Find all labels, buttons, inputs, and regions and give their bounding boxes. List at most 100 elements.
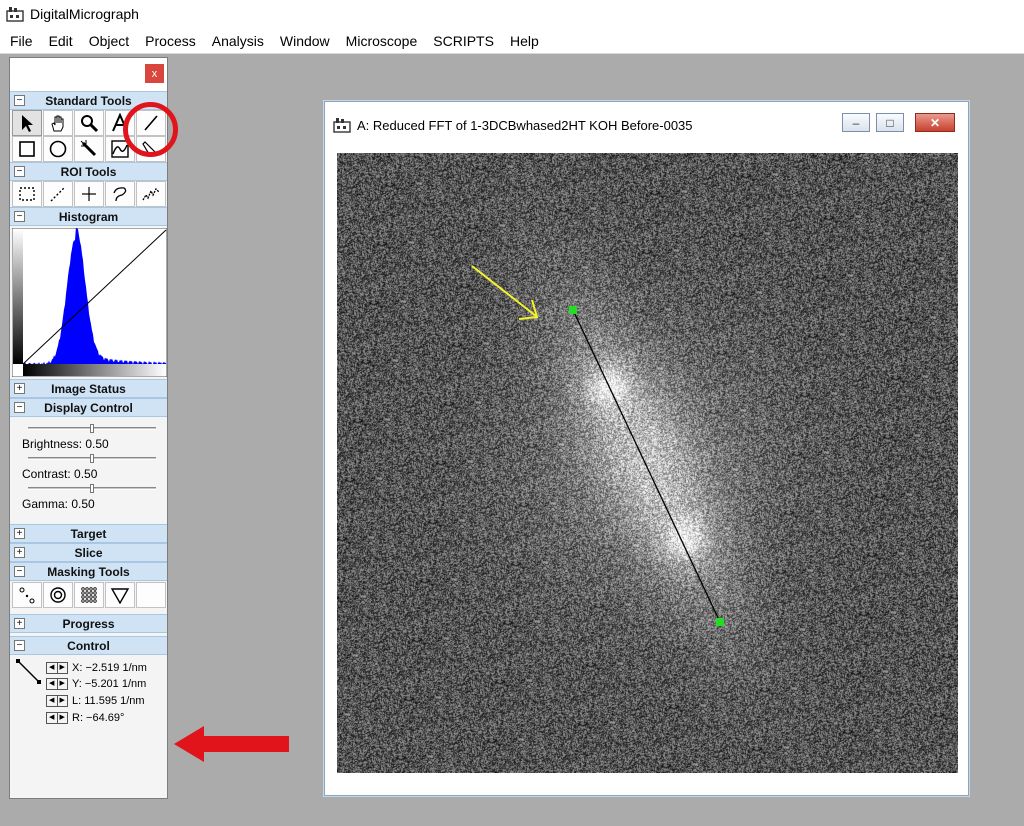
wedge-mask-tool[interactable] — [105, 582, 135, 608]
section-image-status[interactable]: + Image Status — [10, 379, 167, 398]
point-roi-tool[interactable] — [74, 181, 104, 207]
section-title: Slice — [74, 545, 103, 560]
control-x-value: X: −2.519 1/nm — [72, 662, 147, 674]
brightness-label: Brightness: 0.50 — [22, 437, 109, 451]
slider-knob[interactable] — [90, 454, 94, 463]
array-mask-icon — [81, 587, 97, 603]
hand-pan-tool[interactable] — [43, 110, 73, 136]
collapse-icon[interactable]: − — [14, 402, 25, 413]
menu-file[interactable]: File — [2, 33, 41, 49]
image-window-title: A: Reduced FFT of 1-3DCBwhased2HT KOH Be… — [357, 117, 693, 133]
masking-tools-row — [10, 582, 167, 608]
menu-process[interactable]: Process — [137, 33, 204, 49]
palette-close-button[interactable]: x — [145, 64, 164, 83]
point-mask-tool[interactable] — [12, 582, 42, 608]
histogram-panel — [10, 226, 167, 379]
magic-wand-icon — [80, 140, 97, 157]
oval-tool-icon — [49, 140, 67, 158]
ring-mask-icon — [50, 587, 66, 603]
line-roi-tool[interactable] — [43, 181, 73, 207]
palette-header: x — [10, 58, 167, 91]
section-title: ROI Tools — [60, 164, 117, 179]
app-titlebar: DigitalMicrograph — [0, 0, 1024, 28]
image-window[interactable]: A: Reduced FFT of 1-3DCBwhased2HT KOH Be… — [324, 101, 969, 796]
magnifier-tool[interactable] — [74, 110, 104, 136]
hand-pan-icon — [51, 115, 64, 132]
gamma-label: Gamma: 0.50 — [22, 497, 95, 511]
blank-mask-icon — [141, 585, 161, 605]
menu-help[interactable]: Help — [502, 33, 547, 49]
gray-ramp-horizontal — [23, 364, 166, 376]
section-display-control[interactable]: − Display Control — [10, 398, 167, 417]
expand-icon[interactable]: + — [14, 618, 25, 629]
collapse-icon[interactable]: − — [14, 640, 25, 651]
l-stepper[interactable]: ◀ ▶ — [46, 695, 68, 707]
blank-mask-tool[interactable] — [136, 582, 166, 608]
expand-icon[interactable]: + — [14, 547, 25, 558]
digitalmicrograph-app-icon — [6, 7, 24, 22]
menu-analysis[interactable]: Analysis — [204, 33, 272, 49]
histogram-plot[interactable] — [12, 228, 167, 377]
x-stepper[interactable]: ◀ ▶ — [46, 662, 68, 674]
line-end-handle[interactable] — [716, 618, 724, 626]
lasso-roi-icon — [113, 187, 127, 202]
collapse-icon[interactable]: − — [14, 211, 25, 222]
section-roi-tools[interactable]: − ROI Tools — [10, 162, 167, 181]
minimize-button[interactable]: – — [842, 113, 870, 132]
app-title: DigitalMicrograph — [30, 6, 139, 22]
slider-knob[interactable] — [90, 424, 94, 433]
restore-button[interactable]: □ — [876, 113, 904, 132]
collapse-icon[interactable]: − — [14, 95, 25, 106]
magic-wand-tool[interactable] — [74, 136, 104, 162]
image-window-titlebar[interactable]: A: Reduced FFT of 1-3DCBwhased2HT KOH Be… — [325, 102, 968, 148]
fft-image-frame[interactable] — [337, 153, 958, 773]
section-histogram[interactable]: − Histogram — [10, 207, 167, 226]
menu-scripts[interactable]: SCRIPTS — [425, 33, 502, 49]
array-mask-tool[interactable] — [74, 582, 104, 608]
window-close-button[interactable]: ✕ — [915, 113, 955, 132]
collapse-icon[interactable]: − — [14, 166, 25, 177]
control-y-value: Y: −5.201 1/nm — [72, 678, 147, 690]
arrow-select-tool[interactable] — [12, 110, 42, 136]
menu-object[interactable]: Object — [81, 33, 137, 49]
section-title: Image Status — [51, 381, 126, 396]
y-stepper[interactable]: ◀ ▶ — [46, 678, 68, 690]
collapse-icon[interactable]: − — [14, 566, 25, 577]
profile-roi-icon — [142, 187, 160, 201]
section-progress[interactable]: + Progress — [10, 614, 167, 633]
tool-palette: x − Standard Tools − ROI Tools − Histogr… — [9, 57, 168, 799]
slider-knob[interactable] — [90, 484, 94, 493]
control-x-row: ◀ ▶ X: −2.519 1/nm — [46, 660, 147, 676]
magnifier-icon — [81, 115, 99, 133]
control-y-row: ◀ ▶ Y: −5.201 1/nm — [46, 676, 146, 692]
ring-mask-tool[interactable] — [43, 582, 73, 608]
rectangle-tool[interactable] — [12, 136, 42, 162]
measurement-line[interactable] — [572, 309, 721, 623]
roi-tools-row — [10, 181, 167, 207]
lasso-roi-tool[interactable] — [105, 181, 135, 207]
control-l-value: L: 11.595 1/nm — [72, 695, 145, 707]
wedge-mask-icon — [110, 588, 130, 605]
menu-bar: File Edit Object Process Analysis Window… — [0, 28, 1024, 54]
expand-icon[interactable]: + — [14, 383, 25, 394]
gamma-slider[interactable] — [28, 484, 156, 493]
menu-microscope[interactable]: Microscope — [338, 33, 426, 49]
r-stepper[interactable]: ◀ ▶ — [46, 712, 68, 724]
section-control[interactable]: − Control — [10, 636, 167, 655]
menu-edit[interactable]: Edit — [41, 33, 81, 49]
brightness-slider[interactable] — [28, 424, 156, 433]
rect-roi-icon — [19, 187, 35, 201]
point-roi-icon — [82, 187, 96, 201]
expand-icon[interactable]: + — [14, 528, 25, 539]
profile-roi-tool[interactable] — [136, 181, 166, 207]
oval-tool[interactable] — [43, 136, 73, 162]
line-start-handle[interactable] — [569, 306, 577, 314]
contrast-slider[interactable] — [28, 454, 156, 463]
menu-window[interactable]: Window — [272, 33, 338, 49]
section-masking-tools[interactable]: − Masking Tools — [10, 562, 167, 581]
rect-roi-tool[interactable] — [12, 181, 42, 207]
gray-ramp-vertical — [13, 229, 23, 364]
section-slice[interactable]: + Slice — [10, 543, 167, 562]
section-target[interactable]: + Target — [10, 524, 167, 543]
section-title: Target — [70, 526, 107, 541]
